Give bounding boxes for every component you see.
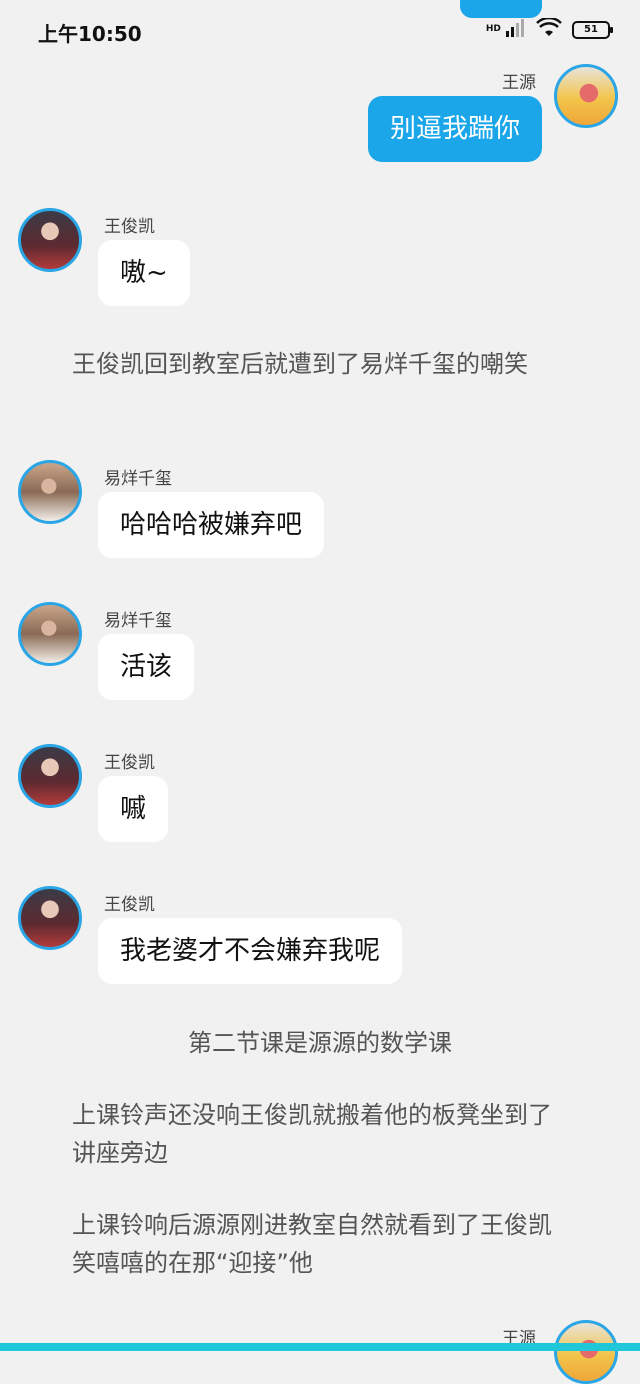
sender-name: 易烊千玺 xyxy=(104,469,172,489)
message-bubble[interactable]: 活该 xyxy=(98,634,195,700)
hd-label: HD xyxy=(485,24,501,34)
status-icons: HD 51 xyxy=(486,16,613,42)
battery-icon: 51 xyxy=(572,21,613,39)
avatar-yiyangqianxi[interactable] xyxy=(18,460,82,524)
sender-name: 王俊凯 xyxy=(104,895,155,915)
previous-message-bubble xyxy=(460,0,542,18)
avatar-wangyuan[interactable] xyxy=(554,64,618,128)
avatar-wangjunkai[interactable] xyxy=(18,886,82,950)
avatar-wangyuan[interactable] xyxy=(554,1320,618,1384)
sender-name: 王源 xyxy=(502,73,536,93)
signal-icon: HD xyxy=(486,19,526,41)
message-bubble[interactable]: 哈哈哈被嫌弃吧 xyxy=(98,492,325,558)
narration-text: 上课铃响后源源刚进教室自然就看到了王俊凯笑嘻嘻的在那“迎接”他 xyxy=(72,1211,552,1277)
message-bubble[interactable]: 别逼我踹你 xyxy=(367,96,542,162)
message-bubble[interactable]: 嗷~ xyxy=(98,240,190,306)
narration-text: 王俊凯回到教室后就遭到了易烊千玺的嘲笑 xyxy=(72,350,528,378)
sender-name: 易烊千玺 xyxy=(104,611,172,631)
status-time: 上午10:50 xyxy=(38,22,142,46)
avatar-yiyangqianxi[interactable] xyxy=(18,602,82,666)
sender-name: 王俊凯 xyxy=(104,753,155,773)
narration-text: 第二节课是源源的数学课 xyxy=(188,1029,452,1057)
avatar-wangjunkai[interactable] xyxy=(18,208,82,272)
bottom-accent-bar xyxy=(0,1343,640,1351)
wifi-icon xyxy=(536,16,562,42)
message-bubble[interactable]: 我老婆才不会嫌弃我呢 xyxy=(98,918,403,984)
narration-text: 上课铃声还没响王俊凯就搬着他的板凳坐到了讲座旁边 xyxy=(72,1101,552,1167)
avatar-wangjunkai[interactable] xyxy=(18,744,82,808)
status-bar: 上午10:50 HD 51 xyxy=(0,0,640,62)
message-bubble[interactable]: 嘁 xyxy=(98,776,169,842)
sender-name: 王俊凯 xyxy=(104,217,155,237)
